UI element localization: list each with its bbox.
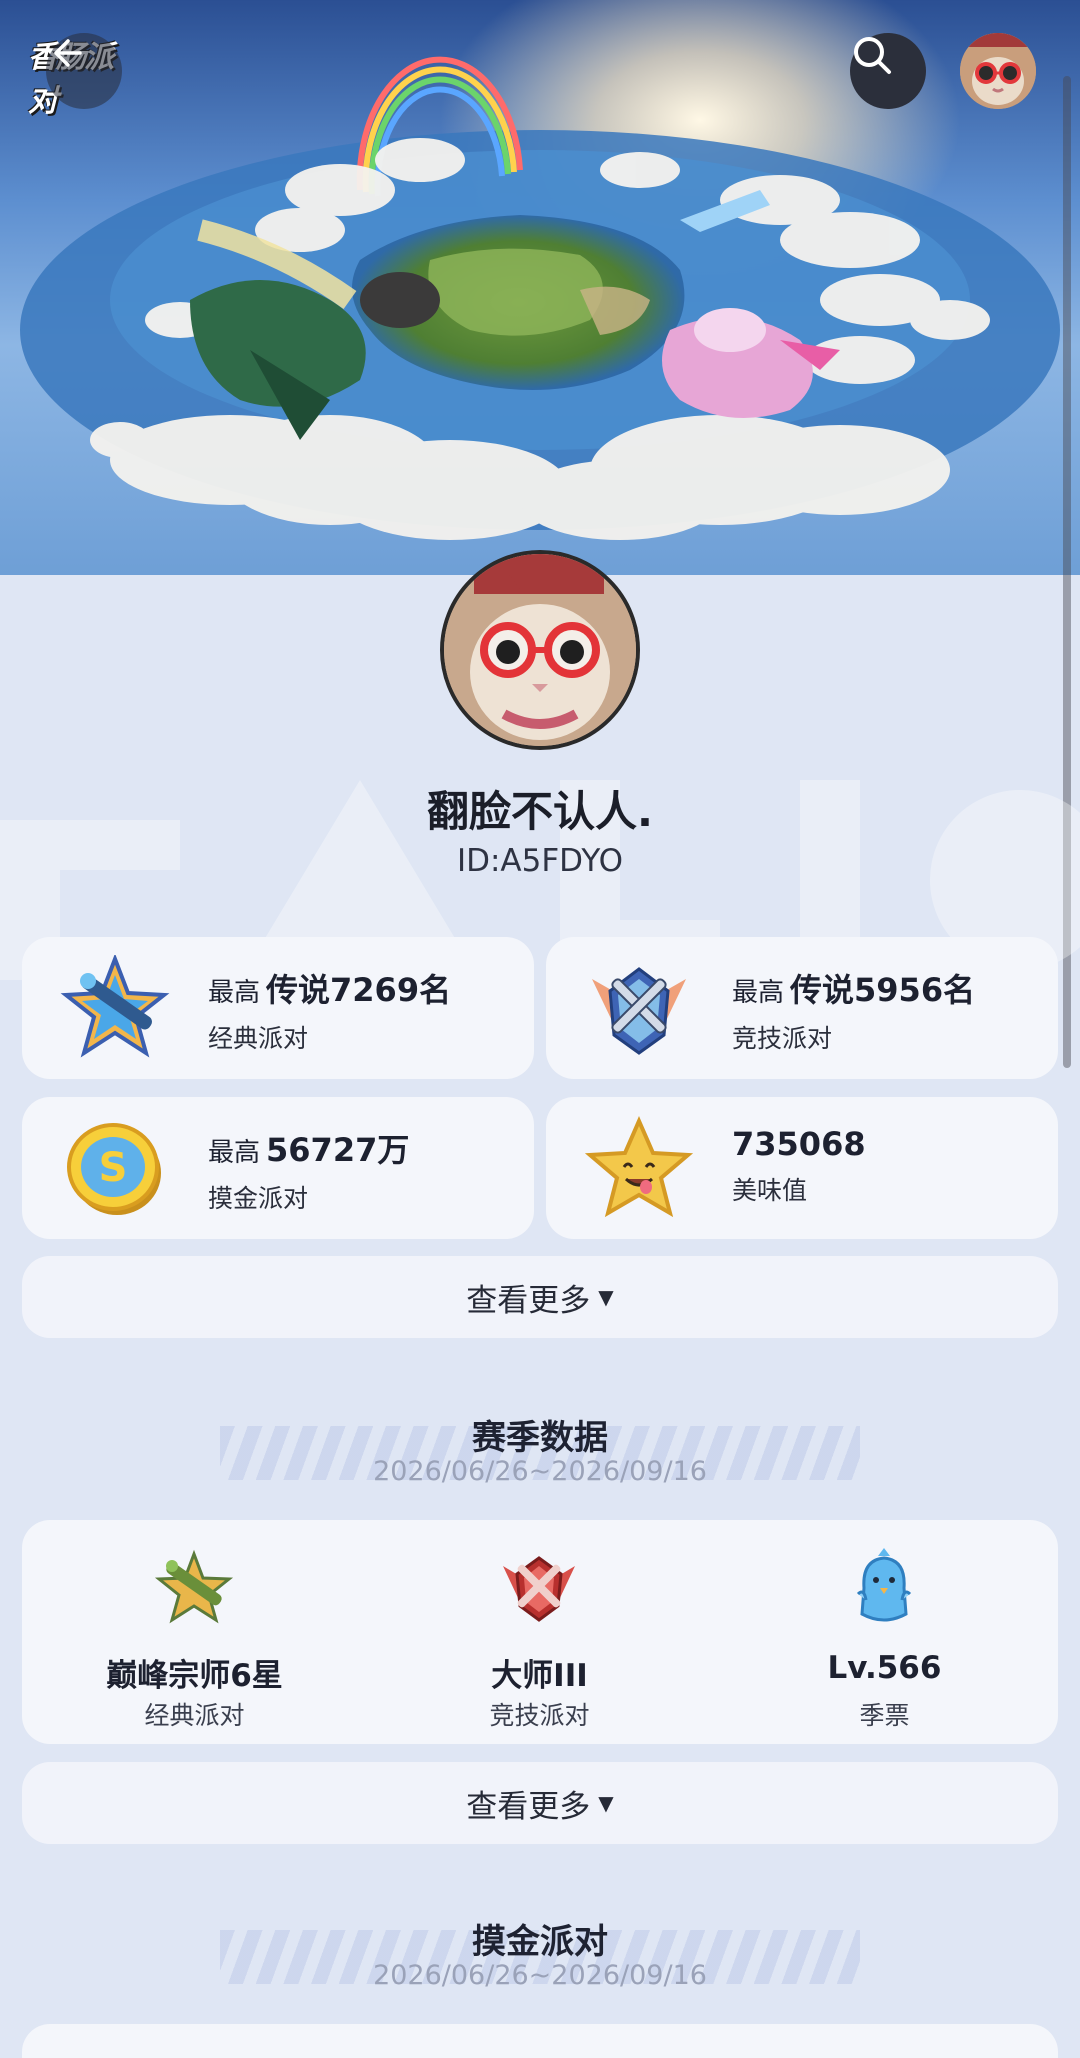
season-item-classic[interactable]: 巅峰宗师6星 经典派对 — [22, 1520, 367, 1744]
cat-avatar-image — [960, 33, 1036, 109]
search-button[interactable] — [850, 33, 926, 109]
stat-card-competitive[interactable]: 最高 传说5956名 竞技派对 — [546, 937, 1058, 1079]
triangle-down-icon: ▼ — [598, 1791, 614, 1815]
competitive-rank-icon — [592, 967, 686, 1055]
stat-prefix: 最高 — [208, 1138, 261, 1168]
back-button[interactable] — [46, 33, 122, 109]
stat-text: 最高 56727万 摸金派对 — [208, 1125, 409, 1215]
gold-card — [22, 2024, 1058, 2058]
stat-label: 竞技派对 — [732, 1024, 833, 1053]
stat-value: 传说5956名 — [790, 971, 976, 1009]
season-value: Lv.566 — [827, 1650, 942, 1686]
stat-card-gold[interactable]: S 最高 56727万 摸金派对 — [22, 1097, 534, 1239]
stat-value: 56727万 — [266, 1131, 410, 1169]
stat-text: 最高 传说5956名 竞技派对 — [732, 965, 975, 1055]
section-date: 2026/06/26~2026/09/16 — [373, 1960, 707, 1991]
player-name: 翻脸不认人. — [427, 787, 653, 836]
gold-coin-icon: S — [67, 1123, 161, 1215]
season-value: 巅峰宗师6星 — [106, 1658, 283, 1694]
stat-value: 735068 — [732, 1125, 866, 1163]
hero-banner: 香肠派对 — [0, 0, 1080, 575]
season-label: 季票 — [859, 1701, 910, 1730]
section-title: 赛季数据 — [472, 1418, 608, 1458]
season-item-pass[interactable]: Lv.566 季票 — [712, 1520, 1057, 1744]
user-avatar-small[interactable] — [960, 33, 1036, 109]
svg-text:S: S — [99, 1145, 128, 1191]
star-face-icon — [584, 1116, 694, 1218]
classic-rank-icon — [154, 1549, 234, 1624]
stat-card-classic[interactable]: 最高 传说7269名 经典派对 — [22, 937, 534, 1079]
stat-label: 摸金派对 — [208, 1184, 309, 1213]
section-date: 2026/06/26~2026/09/16 — [373, 1456, 707, 1487]
season-value: 大师III — [491, 1658, 588, 1694]
cat-avatar-image — [444, 554, 636, 746]
gold-section-header: 摸金派对 2026/06/26~2026/09/16 — [0, 1914, 1080, 2004]
season-label: 经典派对 — [144, 1701, 245, 1730]
triangle-down-icon: ▼ — [598, 1285, 614, 1309]
stat-value: 传说7269名 — [266, 971, 452, 1009]
view-more-label: 查看更多 — [466, 1282, 591, 1319]
search-icon — [854, 37, 891, 74]
season-item-competitive[interactable]: 大师III 竞技派对 — [367, 1520, 712, 1744]
back-arrow-icon — [54, 39, 82, 67]
stat-card-tasty[interactable]: 735068 美味值 — [546, 1097, 1058, 1239]
player-id: ID:A5FDYO — [456, 843, 624, 879]
classic-rank-icon — [60, 955, 170, 1058]
stat-label: 经典派对 — [208, 1024, 309, 1053]
stat-text: 735068 美味值 — [732, 1125, 866, 1207]
view-more-button[interactable]: 查看更多 ▼ — [22, 1256, 1058, 1338]
stat-prefix: 最高 — [732, 978, 785, 1008]
season-section-header: 赛季数据 2026/06/26~2026/09/16 — [0, 1410, 1080, 1500]
season-card: 巅峰宗师6星 经典派对 大师III 竞技派对 Lv.566 季票 — [22, 1520, 1058, 1744]
view-more-label: 查看更多 — [466, 1788, 591, 1825]
section-title: 摸金派对 — [472, 1922, 608, 1962]
season-pass-chick-icon — [856, 1548, 912, 1622]
stat-prefix: 最高 — [208, 978, 261, 1008]
profile-avatar[interactable] — [440, 550, 640, 750]
season-label: 竞技派对 — [489, 1701, 590, 1730]
master-rank-icon — [503, 1556, 575, 1622]
stat-label: 美味值 — [732, 1176, 808, 1205]
stat-text: 最高 传说7269名 经典派对 — [208, 965, 451, 1055]
view-more-season-button[interactable]: 查看更多 ▼ — [22, 1762, 1058, 1844]
